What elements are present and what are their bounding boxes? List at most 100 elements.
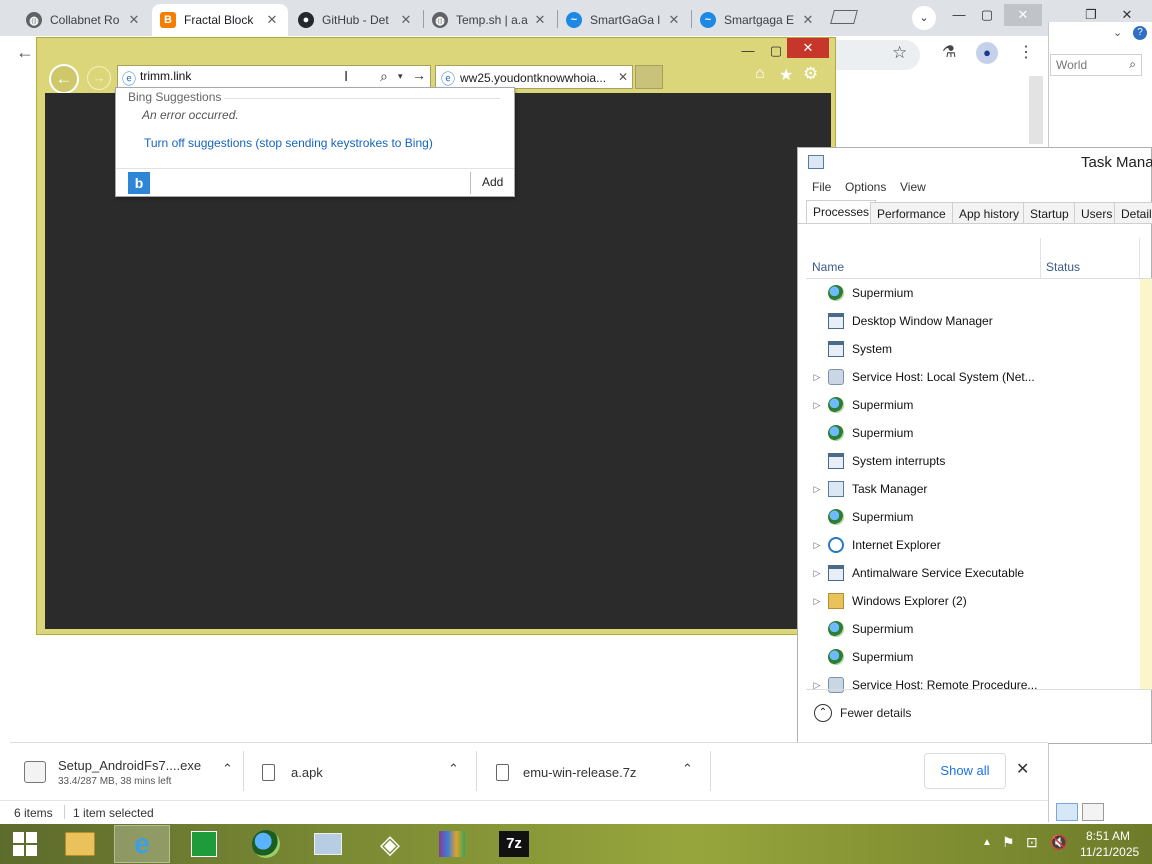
new-tab-icon[interactable] (830, 10, 858, 24)
process-row[interactable]: Desktop Window Manager (806, 307, 1138, 335)
taskbar-7zip[interactable]: 7z (486, 825, 542, 863)
process-row[interactable]: ▷ Task Manager (806, 475, 1138, 503)
chevron-up-icon[interactable]: ⌃ (448, 761, 459, 777)
process-row[interactable]: ▷ Supermium (806, 391, 1138, 419)
process-row[interactable]: ▷ Windows Explorer (2) (806, 587, 1138, 615)
go-arrow-icon[interactable]: → (412, 67, 426, 83)
menu-options[interactable]: Options (845, 180, 886, 194)
large-icons-view-icon[interactable] (1082, 803, 1104, 821)
omnibox-right[interactable] (836, 40, 920, 70)
process-row[interactable]: ▷ Internet Explorer (806, 531, 1138, 559)
search-icon[interactable]: ⌕ (380, 68, 388, 85)
back-button[interactable]: ← (49, 64, 79, 94)
close-icon[interactable]: ✕ (666, 12, 682, 28)
taskbar-winrar[interactable] (424, 825, 480, 863)
taskbar-store[interactable] (176, 825, 232, 863)
column-header-name[interactable]: Name (812, 260, 844, 274)
tab-users[interactable]: Users (1074, 202, 1120, 224)
chevron-down-icon[interactable]: ▾ (398, 71, 403, 82)
process-row[interactable]: ▷ Service Host: Remote Procedure... (806, 671, 1138, 699)
tab-details[interactable]: Details (1114, 202, 1152, 224)
tab-search-icon[interactable]: ⌄ (912, 6, 936, 30)
process-row[interactable]: System interrupts (806, 447, 1138, 475)
browser-tab[interactable]: ◍ Collabnet Ro ✕ (18, 4, 150, 36)
maximize-icon[interactable]: ▢ (972, 4, 1002, 26)
add-button[interactable]: Add (482, 175, 503, 189)
process-row[interactable]: Supermium (806, 419, 1138, 447)
close-icon[interactable]: ✕ (1004, 4, 1042, 26)
download-item[interactable]: emu-win-release.7z ⌃ (496, 743, 704, 801)
close-icon[interactable]: ✕ (398, 12, 414, 28)
browser-tab[interactable]: ~ Smartgaga E ✕ (692, 4, 824, 36)
tab-app-history[interactable]: App history (952, 202, 1027, 224)
chevron-up-icon[interactable]: ⌃ (222, 761, 233, 777)
forward-button[interactable]: → (87, 66, 111, 90)
explorer-search-input[interactable]: World ⌕ (1050, 54, 1142, 76)
process-row[interactable]: ▷ Antimalware Service Executable (806, 559, 1138, 587)
show-hidden-icons-icon[interactable]: ▲ (982, 837, 992, 848)
show-all-button[interactable]: Show all (924, 753, 1006, 789)
start-button[interactable] (0, 825, 50, 863)
process-row[interactable]: ▷ Service Host: Local System (Net... (806, 363, 1138, 391)
menu-file[interactable]: File (812, 180, 831, 194)
turn-off-suggestions-link[interactable]: Turn off suggestions (stop sending keyst… (144, 136, 433, 150)
close-icon[interactable]: ✕ (1016, 759, 1029, 779)
close-icon[interactable]: ✕ (264, 12, 280, 28)
process-row[interactable]: Supermium (806, 643, 1138, 671)
process-row[interactable]: Supermium (806, 615, 1138, 643)
volume-muted-icon[interactable]: 🔇 (1050, 834, 1067, 851)
taskbar-supermium[interactable] (238, 825, 294, 863)
taskbar-visual-studio[interactable]: ◈ (362, 825, 418, 863)
menu-view[interactable]: View (900, 180, 926, 194)
details-view-icon[interactable] (1056, 803, 1078, 821)
process-row[interactable]: Supermium (806, 503, 1138, 531)
browser-tab[interactable]: ● GitHub - Det ✕ (290, 4, 422, 36)
download-item[interactable]: Setup_AndroidFs7....exe 33.4/287 MB, 38 … (24, 743, 238, 801)
favorites-star-icon[interactable]: ★ (779, 65, 793, 85)
close-icon[interactable]: ✕ (618, 70, 628, 84)
back-icon[interactable]: ← (16, 42, 34, 63)
expand-arrow-icon[interactable]: ▷ (806, 372, 828, 383)
browser-tab-active[interactable]: B Fractal Block ✕ (152, 4, 288, 36)
address-bar[interactable]: ⓔ Ι ⌕ ▾ → (117, 65, 431, 89)
close-icon[interactable]: ✕ (532, 12, 548, 28)
explorer-scrollbar[interactable] (1029, 76, 1043, 144)
minimize-icon[interactable]: — (733, 40, 763, 62)
profile-avatar-icon[interactable]: ● (976, 42, 998, 64)
bookmark-star-icon[interactable]: ☆ (892, 43, 907, 63)
fewer-details-button[interactable]: ⌃ Fewer details (814, 704, 911, 722)
expand-arrow-icon[interactable]: ▷ (806, 568, 828, 579)
close-icon[interactable]: ✕ (787, 38, 829, 58)
home-icon[interactable]: ⌂ (755, 65, 765, 83)
bing-logo-icon[interactable]: b (128, 172, 150, 194)
expand-arrow-icon[interactable]: ▷ (806, 484, 828, 495)
browser-tab[interactable]: ~ SmartGaGa l ✕ (558, 4, 690, 36)
close-icon[interactable]: ✕ (800, 12, 816, 28)
process-row[interactable]: Supermium (806, 279, 1138, 307)
tab-startup[interactable]: Startup (1023, 202, 1076, 224)
settings-gear-icon[interactable]: ⚙ (803, 64, 818, 84)
taskbar-internet-explorer[interactable]: e (114, 825, 170, 863)
tab-processes[interactable]: Processes (806, 200, 877, 224)
download-item[interactable]: a.apk ⌃ (262, 743, 470, 801)
clock-time[interactable]: 8:51 AM (1086, 829, 1130, 843)
labs-flask-icon[interactable]: ⚗ (942, 42, 956, 62)
address-input[interactable] (140, 69, 330, 83)
expand-arrow-icon[interactable]: ▷ (806, 400, 828, 411)
taskbar-task-manager[interactable] (300, 825, 356, 863)
column-header-status[interactable]: Status (1046, 260, 1080, 274)
taskbar-file-explorer[interactable] (52, 825, 108, 863)
browser-tab[interactable]: ◍ Temp.sh | a.a ✕ (424, 4, 556, 36)
new-tab-button[interactable] (635, 65, 663, 89)
process-row[interactable]: System (806, 335, 1138, 363)
close-icon[interactable]: ✕ (126, 12, 142, 28)
chevron-up-icon[interactable]: ⌃ (682, 761, 693, 777)
action-center-flag-icon[interactable]: ⚑ (1002, 834, 1015, 851)
minimize-icon[interactable]: — (944, 4, 974, 26)
tab-performance[interactable]: Performance (870, 202, 953, 224)
expand-arrow-icon[interactable]: ▷ (806, 596, 828, 607)
chevron-down-icon[interactable]: ⌄ (1113, 26, 1122, 39)
ie-tab[interactable]: ⓔ ww25.youdontknowwhoia... ✕ (435, 65, 633, 89)
menu-kebab-icon[interactable]: ⋮ (1018, 42, 1034, 62)
expand-arrow-icon[interactable]: ▷ (806, 540, 828, 551)
